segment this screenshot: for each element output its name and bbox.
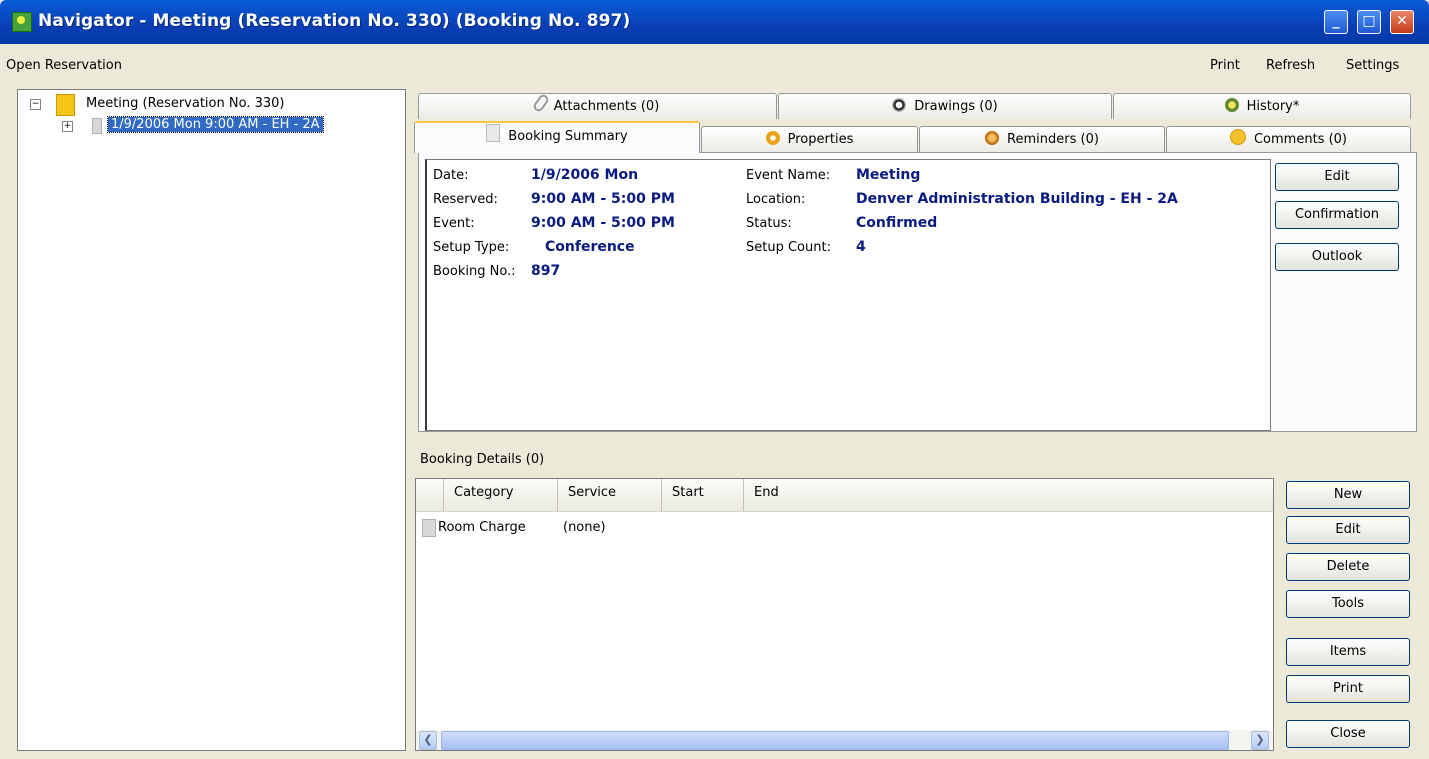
status-value: Confirmed (856, 215, 938, 231)
paperclip-icon (531, 92, 550, 114)
column-end[interactable]: End (743, 479, 1272, 511)
tab-attachments[interactable]: Attachments (0) (418, 92, 777, 119)
menu-print[interactable]: Print (1210, 58, 1240, 73)
outlook-button[interactable]: Outlook (1275, 243, 1399, 271)
tree-item-booking[interactable]: 1/9/2006 Mon 9:00 AM - EH - 2A (107, 116, 324, 133)
menu-open-reservation[interactable]: Open Reservation (6, 58, 122, 73)
setup-type-value: Conference (545, 239, 635, 255)
date-value: 1/9/2006 Mon (531, 167, 639, 183)
event-name-value: Meeting (856, 167, 921, 183)
setup-type-label: Setup Type: (433, 240, 510, 255)
delete-button[interactable]: Delete (1286, 553, 1410, 581)
maximize-button[interactable]: □ (1357, 10, 1381, 34)
reminder-icon (985, 131, 1000, 145)
grid-header: Category Service Start End (416, 479, 1273, 512)
tab-drawings[interactable]: Drawings (0) (778, 93, 1112, 119)
scroll-thumb[interactable] (441, 731, 1229, 750)
location-value: Denver Administration Building - EH - 2A (856, 191, 1178, 207)
reserved-label: Reserved: (433, 192, 498, 207)
title-bar: Navigator - Meeting (Reservation No. 330… (0, 0, 1429, 44)
booking-icon (92, 118, 102, 134)
setup-count-value: 4 (856, 239, 866, 255)
scroll-left-icon[interactable]: ❮ (419, 731, 437, 750)
status-label: Status: (746, 216, 792, 231)
window-title: Navigator - Meeting (Reservation No. 330… (38, 11, 631, 31)
booking-no-label: Booking No.: (433, 264, 516, 279)
cell-service[interactable]: (none) (563, 520, 606, 535)
minimize-button[interactable]: _ (1324, 10, 1348, 34)
drawings-icon (892, 98, 907, 112)
menu-refresh[interactable]: Refresh (1266, 58, 1315, 73)
horizontal-scrollbar[interactable]: ❮ ❯ (416, 730, 1273, 750)
setup-count-label: Setup Count: (746, 240, 831, 255)
app-icon (12, 12, 32, 32)
column-service[interactable]: Service (557, 479, 661, 511)
scroll-right-icon[interactable]: ❯ (1251, 731, 1269, 750)
print-button[interactable]: Print (1286, 675, 1410, 703)
tab-comments[interactable]: Comments (0) (1166, 126, 1411, 152)
tree-collapse-icon[interactable]: − (30, 99, 41, 110)
confirmation-button[interactable]: Confirmation (1275, 201, 1399, 229)
booking-details-title: Booking Details (0) (420, 452, 545, 467)
reservation-tree: − Meeting (Reservation No. 330) + 1/9/20… (17, 89, 406, 751)
event-label: Event: (433, 216, 475, 231)
event-value: 9:00 AM - 5:00 PM (531, 215, 675, 231)
tools-button[interactable]: Tools (1286, 590, 1410, 618)
booking-summary-panel: Date: 1/9/2006 Mon Reserved: 9:00 AM - 5… (418, 152, 1417, 432)
reserved-value: 9:00 AM - 5:00 PM (531, 191, 675, 207)
date-label: Date: (433, 168, 469, 183)
event-name-label: Event Name: (746, 168, 831, 183)
summary-content: Date: 1/9/2006 Mon Reserved: 9:00 AM - 5… (425, 159, 1271, 431)
close-window-button[interactable]: ✕ (1390, 10, 1414, 34)
menu-settings[interactable]: Settings (1346, 58, 1399, 73)
close-button[interactable]: Close (1286, 720, 1410, 748)
tab-booking-summary[interactable]: Booking Summary (414, 121, 700, 153)
booking-no-value: 897 (531, 263, 561, 279)
booking-details-grid: Category Service Start End Room Charge (… (415, 478, 1274, 751)
cell-category[interactable]: Room Charge (438, 520, 526, 535)
column-start[interactable]: Start (661, 479, 743, 511)
page-icon (486, 124, 501, 142)
tree-expand-icon[interactable]: + (62, 121, 73, 132)
tab-history[interactable]: History* (1113, 93, 1411, 119)
row-page-icon (422, 519, 436, 537)
location-label: Location: (746, 192, 806, 207)
menu-bar: Open Reservation Print Refresh Settings (0, 54, 1429, 80)
details-edit-button[interactable]: Edit (1286, 516, 1410, 544)
history-icon (1224, 98, 1239, 112)
tab-reminders[interactable]: Reminders (0) (919, 126, 1165, 152)
column-category[interactable]: Category (443, 479, 553, 511)
tree-item-reservation[interactable]: Meeting (Reservation No. 330) (86, 96, 284, 111)
summary-edit-button[interactable]: Edit (1275, 163, 1399, 191)
folder-icon (56, 94, 75, 116)
items-button[interactable]: Items (1286, 638, 1410, 666)
tab-properties[interactable]: Properties (701, 126, 918, 152)
new-button[interactable]: New (1286, 481, 1410, 509)
comment-icon (1229, 129, 1246, 145)
gear-icon (765, 131, 780, 145)
